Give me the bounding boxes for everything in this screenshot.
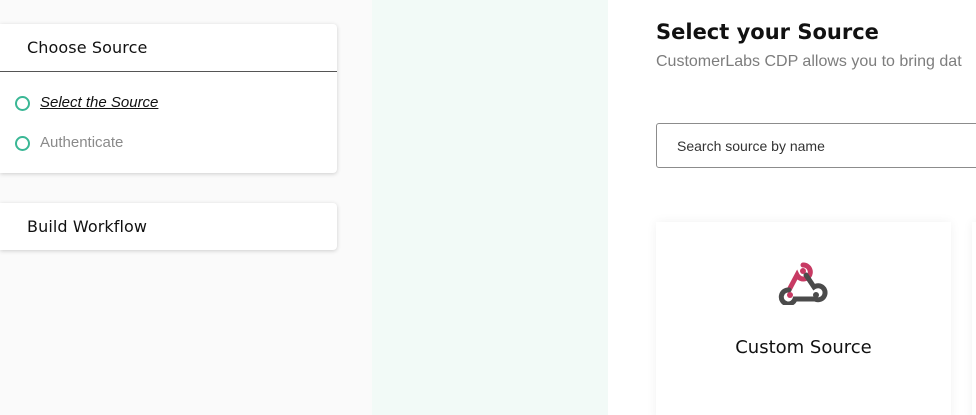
choose-source-header[interactable]: Choose Source (0, 24, 337, 72)
step-circle-icon (15, 96, 30, 111)
step-authenticate[interactable]: Authenticate (0, 132, 337, 152)
source-selection-panel: Select your Source CustomerLabs CDP allo… (608, 0, 976, 415)
build-workflow-card[interactable]: Build Workflow (0, 203, 337, 250)
step-select-source[interactable]: Select the Source (0, 92, 337, 112)
page-title: Select your Source (656, 20, 879, 44)
step-circle-icon (15, 136, 30, 151)
search-field[interactable] (656, 123, 976, 168)
steps-panel: Choose Source Select the Source Authenti… (0, 0, 372, 415)
search-input[interactable] (677, 137, 976, 154)
page-subtitle: CustomerLabs CDP allows you to bring dat (656, 53, 962, 70)
step-label[interactable]: Select the Source (40, 94, 158, 111)
choose-source-card: Choose Source Select the Source Authenti… (0, 24, 337, 173)
divider-strip (372, 0, 608, 415)
source-card-custom[interactable]: Custom Source (656, 222, 951, 415)
step-label: Authenticate (40, 133, 124, 151)
step-list: Select the Source Authenticate (0, 72, 337, 152)
source-card-label: Custom Source (735, 337, 872, 358)
source-card-next[interactable] (972, 222, 976, 415)
build-workflow-header[interactable]: Build Workflow (0, 203, 337, 250)
webhook-icon (778, 262, 828, 305)
